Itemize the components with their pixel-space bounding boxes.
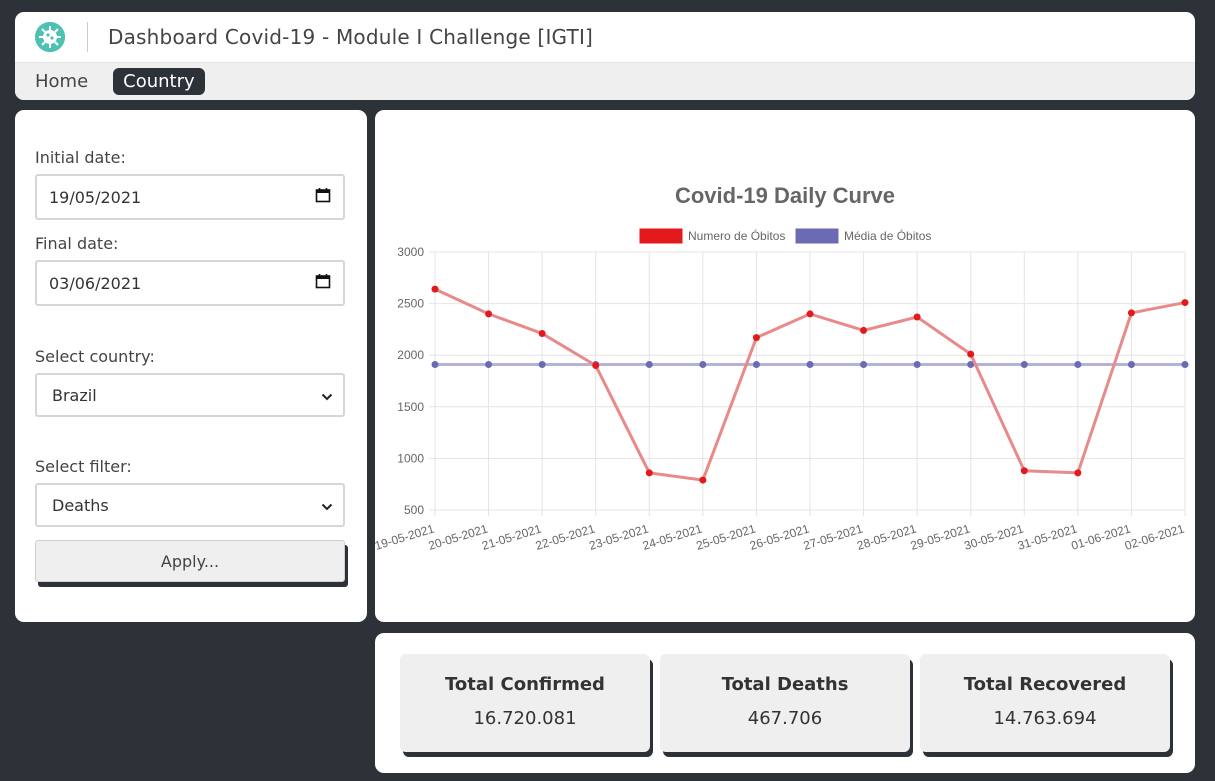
series-0-point-10 — [967, 350, 975, 358]
page-title: Dashboard Covid-19 - Module I Challenge … — [108, 25, 594, 49]
total-confirmed-card: Total Confirmed 16.720.081 — [400, 654, 650, 752]
x-tick-label-6: 25-05-2021 — [695, 521, 758, 552]
header-bar: Dashboard Covid-19 - Module I Challenge … — [15, 12, 1195, 63]
series-0-point-4 — [645, 469, 653, 477]
country-label: Select country: — [35, 347, 155, 366]
total-recovered-card: Total Recovered 14.763.694 — [920, 654, 1170, 752]
chart-title: Covid-19 Daily Curve — [675, 183, 895, 208]
y-tick-label-1: 1000 — [397, 451, 424, 465]
series-1-point-13 — [1127, 360, 1135, 368]
y-tick-label-4: 2500 — [397, 297, 424, 311]
y-tick-label-0: 500 — [404, 503, 424, 517]
y-tick-label-2: 1500 — [397, 400, 424, 414]
series-1-point-8 — [860, 360, 868, 368]
chevron-down-icon — [321, 386, 333, 405]
country-selected-value: Brazil — [52, 385, 97, 405]
series-0-point-1 — [485, 310, 493, 318]
total-recovered-title: Total Recovered — [963, 674, 1127, 695]
series-0-point-6 — [752, 334, 760, 342]
series-1-point-11 — [1020, 360, 1028, 368]
header-divider — [87, 22, 88, 52]
initial-date-label: Initial date: — [35, 148, 126, 167]
total-deaths-title: Total Deaths — [721, 674, 849, 695]
series-0-point-13 — [1127, 309, 1135, 317]
x-tick-label-9: 28-05-2021 — [855, 521, 918, 552]
final-date-label: Final date: — [35, 234, 119, 253]
series-1-point-1 — [485, 360, 493, 368]
x-tick-label-7: 26-05-2021 — [748, 521, 811, 552]
filter-selected-value: Deaths — [52, 495, 109, 515]
country-select[interactable]: Brazil — [35, 373, 345, 417]
series-1-point-0 — [431, 360, 439, 368]
series-1-point-4 — [645, 360, 653, 368]
legend-swatch-1 — [795, 228, 839, 244]
stats-panel: Total Confirmed 16.720.081 Total Deaths … — [375, 633, 1195, 773]
x-tick-label-1: 20-05-2021 — [427, 521, 490, 552]
filter-label: Select filter: — [35, 457, 132, 476]
series-0-point-9 — [913, 313, 921, 321]
total-confirmed-title: Total Confirmed — [445, 674, 605, 695]
x-tick-label-3: 22-05-2021 — [534, 521, 597, 552]
series-0-point-14 — [1181, 299, 1189, 307]
series-1-point-12 — [1074, 360, 1082, 368]
nav-home-tab[interactable]: Home — [25, 68, 98, 95]
x-tick-label-11: 30-05-2021 — [962, 521, 1025, 552]
x-tick-label-5: 24-05-2021 — [641, 521, 704, 552]
x-tick-label-2: 21-05-2021 — [480, 521, 543, 552]
x-tick-label-12: 31-05-2021 — [1016, 521, 1079, 552]
chevron-down-icon — [321, 496, 333, 515]
series-0-point-11 — [1020, 467, 1028, 475]
daily-curve-chart: Covid-19 Daily Curve Numero de Óbitos Médi… — [375, 183, 1189, 553]
total-confirmed-value: 16.720.081 — [473, 708, 577, 729]
final-date-input[interactable]: 03/06/2021 — [35, 260, 345, 306]
series-1-point-5 — [699, 360, 707, 368]
series-0-point-8 — [860, 326, 868, 334]
filter-panel: Initial date: 19/05/2021 Final date: 03/… — [15, 110, 367, 622]
nav-country-tab[interactable]: Country — [113, 68, 205, 95]
series-1-point-14 — [1181, 360, 1189, 368]
series-1-point-6 — [752, 360, 760, 368]
initial-date-input[interactable]: 19/05/2021 — [35, 174, 345, 220]
series-0-point-3 — [592, 362, 600, 370]
apply-button[interactable]: Apply... — [35, 540, 345, 582]
series-0-point-5 — [699, 476, 707, 484]
calendar-icon[interactable] — [315, 273, 331, 293]
series-0-point-7 — [806, 310, 814, 318]
series-0-point-0 — [431, 285, 439, 293]
series-1-point-9 — [913, 360, 921, 368]
series-0-point-2 — [538, 330, 546, 338]
legend-label-0: Numero de Óbitos — [688, 228, 785, 243]
legend-label-1: Média de Óbitos — [844, 228, 931, 243]
series-1-point-7 — [806, 360, 814, 368]
chart-panel: Covid-19 Daily Curve Numero de Óbitos Médi… — [375, 110, 1195, 622]
x-tick-label-13: 01-06-2021 — [1070, 521, 1133, 552]
total-deaths-card: Total Deaths 467.706 — [660, 654, 910, 752]
series-0-point-12 — [1074, 469, 1082, 477]
x-tick-label-10: 29-05-2021 — [909, 521, 972, 552]
y-tick-label-3: 2000 — [397, 348, 424, 362]
calendar-icon[interactable] — [315, 187, 331, 207]
x-tick-label-14: 02-06-2021 — [1123, 521, 1186, 552]
final-date-value: 03/06/2021 — [49, 273, 142, 293]
virus-icon — [35, 22, 65, 52]
nav-bar: Home Country — [15, 63, 1195, 100]
filter-select[interactable]: Deaths — [35, 483, 345, 527]
y-tick-label-5: 3000 — [397, 245, 424, 259]
x-tick-label-0: 19-05-2021 — [375, 521, 436, 552]
initial-date-value: 19/05/2021 — [49, 187, 142, 207]
legend-swatch-0 — [639, 228, 683, 244]
total-recovered-value: 14.763.694 — [993, 708, 1097, 729]
x-tick-label-4: 23-05-2021 — [587, 521, 650, 552]
series-1-point-2 — [538, 360, 546, 368]
total-deaths-value: 467.706 — [747, 708, 823, 729]
app-header: Dashboard Covid-19 - Module I Challenge … — [15, 12, 1195, 100]
x-tick-label-8: 27-05-2021 — [802, 521, 865, 552]
